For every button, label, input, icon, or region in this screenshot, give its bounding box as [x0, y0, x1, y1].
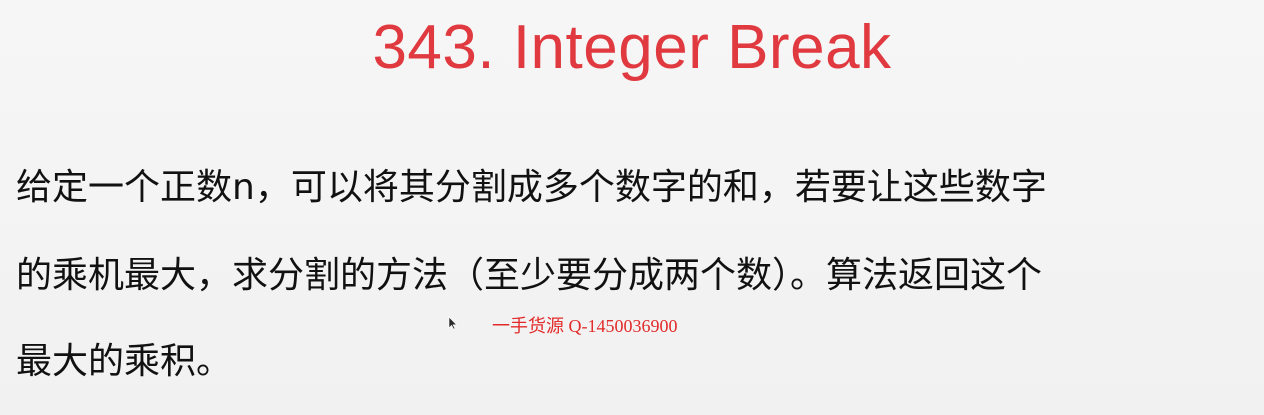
problem-title: 343. Integer Break	[372, 13, 892, 82]
mouse-pointer-icon	[448, 316, 458, 330]
problem-description-line-3: 最大的乘积。	[16, 341, 233, 382]
problem-description-line-2: 的乘机最大，求分割的方法（至少要分成两个数）。算法返回这个	[16, 255, 1043, 296]
problem-description-line-1: 给定一个正数n，可以将其分割成多个数字的和，若要让这些数字	[16, 167, 1047, 208]
watermark-text: 一手货源 Q-1450036900	[492, 316, 678, 336]
slide: 343. Integer Break 给定一个正数n，可以将其分割成多个数字的和…	[0, 0, 1264, 415]
